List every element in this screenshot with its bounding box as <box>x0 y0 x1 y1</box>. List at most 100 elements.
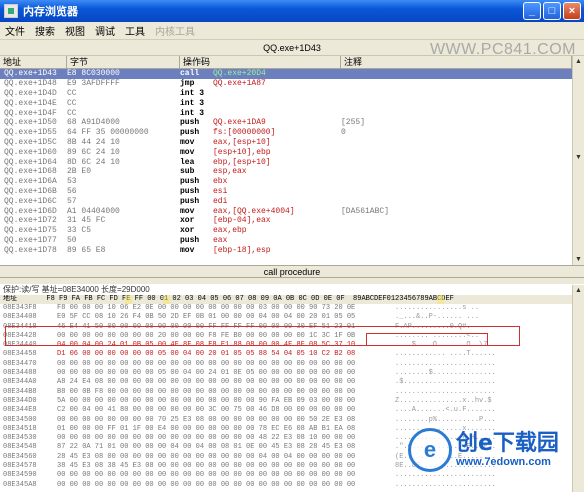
disasm-row[interactable]: QQ.exe+1D72 31 45 FC xor [ebp-04],eax <box>0 216 572 226</box>
hex-address: 08E344A0 <box>3 378 37 387</box>
hex-address: 08E34590 <box>3 471 37 480</box>
hex-address: 08E34530 <box>3 434 37 443</box>
disasm-operands: [esp+10],ebp <box>213 147 271 157</box>
disasm-mnemonic: xor <box>180 216 195 226</box>
disasm-comment: [DA561ABC] <box>341 206 390 216</box>
disasm-bytes: 33 C5 <box>67 226 92 236</box>
disasm-scrollbar[interactable]: ▲ ▼ ▼ <box>572 56 584 265</box>
hex-row[interactable]: 08E345A8 00 00 00 00 00 00 00 00 00 00 00… <box>0 481 572 490</box>
minimize-button[interactable]: _ <box>523 2 541 20</box>
disasm-operands: ebx <box>213 177 228 187</box>
disasm-row[interactable]: QQ.exe+1D78 89 65 E8 mov [ebp-18],esp <box>0 245 572 255</box>
disasm-bytes: 50 <box>67 235 77 245</box>
disasm-row[interactable]: QQ.exe+1D6B 56 push esi <box>0 187 572 197</box>
hex-bytes: B8 00 0B F8 00 00 00 00 00 00 00 00 00 0… <box>57 387 356 396</box>
disasm-address: QQ.exe+1D6A <box>4 177 57 187</box>
disasm-address: QQ.exe+1D5C <box>4 137 57 147</box>
disasm-address: QQ.exe+1D6C <box>4 196 57 206</box>
disasm-row[interactable]: QQ.exe+1D60 89 6C 24 10 mov [esp+10],ebp <box>0 147 572 157</box>
disasm-mnemonic: push <box>180 177 200 187</box>
hex-row[interactable]: 08E34458 D1 06 00 00 00 00 00 00 05 00 04… <box>0 350 572 359</box>
disasm-row[interactable]: QQ.exe+1D5C 8B 44 24 10 mov eax,[esp+10] <box>0 138 572 148</box>
disasm-row[interactable]: QQ.exe+1D43 E8 8C030000 call QQ.exe+20D4 <box>0 69 572 79</box>
disasm-bytes: 31 45 FC <box>67 216 106 226</box>
maximize-button[interactable]: □ <box>543 2 561 20</box>
disasm-comment: 0 <box>341 128 346 138</box>
logo-text: 创e下载园 <box>456 430 559 456</box>
hex-bytes: 01 00 00 00 FF 01 1F 00 E4 00 00 00 00 0… <box>57 424 356 433</box>
hex-ascii: ........$............... <box>395 369 496 378</box>
hex-address: 08E34488 <box>3 369 37 378</box>
hex-row[interactable]: 08E34470 00 00 00 00 00 00 00 00 00 00 00… <box>0 360 572 369</box>
disasm-mnemonic: jmp <box>180 79 195 89</box>
disasm-operands: [ebp-18],esp <box>213 245 271 255</box>
column-address[interactable]: 地址 <box>0 56 67 68</box>
close-button[interactable]: × <box>563 2 581 20</box>
hex-row[interactable]: 08E34590 00 00 00 00 00 00 00 00 00 00 00… <box>0 471 572 480</box>
hex-row[interactable]: 08E343F8 F8 00 00 00 10 06 E2 0E 00 00 00… <box>0 304 572 313</box>
app-icon <box>4 4 18 18</box>
disasm-row[interactable]: QQ.exe+1D6C 57 push edi <box>0 196 572 206</box>
menu-file[interactable]: 文件 <box>0 23 30 38</box>
disasm-row[interactable]: QQ.exe+1D4F CC int 3 <box>0 108 572 118</box>
menu-debug[interactable]: 调试 <box>90 23 120 38</box>
disasm-comment: [255] <box>341 118 366 128</box>
splitter[interactable] <box>0 278 584 284</box>
disasm-mnemonic: call <box>180 69 200 79</box>
disasm-row[interactable]: QQ.exe+1D50 68 A91D4000 push QQ.exe+1DA9 [25… <box>0 118 572 128</box>
disasm-bytes: A1 04404000 <box>67 206 120 216</box>
hex-row[interactable]: 08E34500 00 00 00 00 00 00 00 00 70 25 E3… <box>0 416 572 425</box>
scroll-mid-icon[interactable]: ▼ <box>575 154 582 161</box>
disassembly-view[interactable]: QQ.exe+1D43 E8 8C030000 call QQ.exe+20D4 QQ.… <box>0 69 572 264</box>
disasm-address: QQ.exe+1D4E <box>4 98 57 108</box>
disasm-operands: esp,eax <box>213 167 247 177</box>
window-title: 内存浏览器 <box>23 6 78 18</box>
hex-bytes: 00 00 00 00 00 00 00 00 00 00 00 00 00 0… <box>57 359 356 368</box>
disasm-row[interactable]: QQ.exe+1D48 E9 3AFDFFFF jmp QQ.exe+1A87 <box>0 79 572 89</box>
scroll-up-icon[interactable]: ▲ <box>575 287 582 294</box>
column-opcode[interactable]: 操作码 <box>180 56 341 68</box>
disasm-row[interactable]: QQ.exe+1D55 64 FF 35 00000000 push fs:[0000… <box>0 128 572 138</box>
menu-kernel-tools: 内核工具 <box>155 27 195 38</box>
disasm-mnemonic: mov <box>180 137 195 147</box>
column-comment[interactable]: 注释 <box>341 56 572 68</box>
hex-row[interactable]: 08E344D0 5A 00 00 00 00 00 00 00 00 00 00… <box>0 397 572 406</box>
hex-row[interactable]: 08E344B8 B8 00 0B F8 00 00 00 00 00 00 00… <box>0 388 572 397</box>
disasm-row[interactable]: QQ.exe+1D4D CC int 3 <box>0 89 572 99</box>
disasm-row[interactable]: QQ.exe+1D68 2B E0 sub esp,eax <box>0 167 572 177</box>
hex-scrollbar[interactable]: ▲ <box>572 285 584 492</box>
disasm-row[interactable]: QQ.exe+1D4E CC int 3 <box>0 98 572 108</box>
column-bytes[interactable]: 字节 <box>67 56 180 68</box>
scroll-up-icon[interactable]: ▲ <box>575 58 582 65</box>
hex-bytes: 00 00 00 00 00 00 00 00 00 00 00 00 00 0… <box>57 434 356 443</box>
scroll-down-icon[interactable]: ▼ <box>575 256 582 263</box>
hex-bytes: 5A 00 00 00 00 00 00 00 00 00 00 00 00 0… <box>57 396 356 405</box>
menu-search[interactable]: 搜索 <box>30 23 60 38</box>
disasm-operands: QQ.exe+1A87 <box>213 79 266 89</box>
disasm-address: QQ.exe+1D48 <box>4 79 57 89</box>
disasm-row[interactable]: QQ.exe+1D75 33 C5 xor eax,ebp <box>0 226 572 236</box>
hex-row[interactable]: 08E34488 00 00 00 00 00 00 00 00 05 00 04… <box>0 369 572 378</box>
hex-bytes: 00 00 00 00 00 00 00 00 00 00 00 00 00 0… <box>57 471 356 480</box>
hex-ascii: ....A.......<.u.F....... <box>395 406 496 415</box>
disasm-mnemonic: push <box>180 235 200 245</box>
disasm-address: QQ.exe+1D4F <box>4 108 57 118</box>
hex-row[interactable]: 08E344A0 A8 24 E4 08 00 00 00 00 00 00 00… <box>0 378 572 387</box>
disasm-row[interactable]: QQ.exe+1D64 8D 6C 24 10 lea ebp,[esp+10] <box>0 157 572 167</box>
disasm-mnemonic: int 3 <box>180 88 205 98</box>
disasm-bytes: 2B E0 <box>67 167 92 177</box>
hex-row[interactable]: 08E34408 E0 5F CC 08 10 26 F4 0B 50 2D EF… <box>0 313 572 322</box>
hex-row[interactable]: 08E344E8 C2 00 04 00 41 80 00 00 00 00 00… <box>0 406 572 415</box>
instruction-info: call procedure <box>0 265 584 278</box>
disasm-row[interactable]: QQ.exe+1D6A 53 push ebx <box>0 177 572 187</box>
disasm-row[interactable]: QQ.exe+1D77 50 push eax <box>0 236 572 246</box>
disasm-bytes: CC <box>67 108 77 118</box>
menu-tools[interactable]: 工具 <box>120 23 150 38</box>
disasm-operands: ebp,[esp+10] <box>213 157 271 167</box>
hex-address: 08E34578 <box>3 462 37 471</box>
hex-bytes: 00 00 00 00 00 00 00 00 70 25 E3 08 00 0… <box>57 415 356 424</box>
disasm-row[interactable]: QQ.exe+1D6D A1 04404000 mov eax,[QQ.exe+400… <box>0 206 572 216</box>
menu-view[interactable]: 视图 <box>60 23 90 38</box>
hex-bytes: 28 45 E3 08 00 00 00 00 00 00 00 00 00 0… <box>57 452 356 461</box>
hex-bytes: D1 06 00 00 00 00 00 00 05 00 04 00 20 0… <box>57 350 356 359</box>
